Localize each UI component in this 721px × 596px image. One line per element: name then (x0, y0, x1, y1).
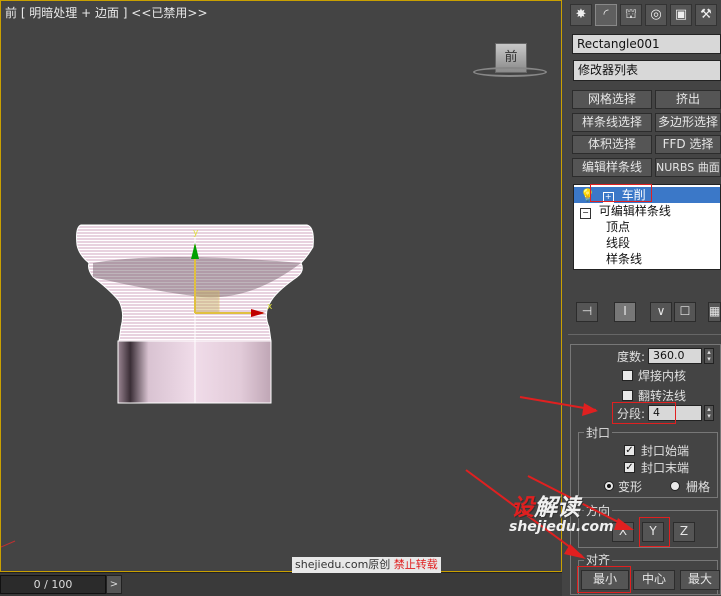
flip-normals-label: 翻转法线 (638, 389, 687, 403)
front-viewport[interactable]: 前 [ 明暗处理 + 边面 ] <<已禁用>> 前 x y (0, 0, 562, 572)
corner-axis (1, 540, 16, 548)
align-group-title: 对齐 (584, 551, 613, 568)
column-capital-model[interactable]: x y (1, 1, 562, 572)
direction-x-button[interactable]: X (612, 522, 634, 542)
direction-group-title: 方向 (584, 502, 613, 519)
mesh-select-button[interactable]: 网格选择 (572, 90, 652, 109)
edit-spline-button[interactable]: 编辑样条线 (572, 158, 652, 177)
gizmo-x-label: x (267, 302, 273, 312)
command-tabs: ✸ ◜ ⛫ ◎ ▣ ⚒ (570, 4, 717, 28)
weld-core-label: 焊接内核 (638, 369, 687, 383)
lightbulb-icon[interactable]: 💡 (580, 188, 595, 202)
display-tab-icon[interactable]: ▣ (670, 4, 692, 26)
segments-spinner-icon[interactable]: ▴ ▾ (704, 405, 714, 421)
modifier-stack[interactable]: 💡 + 车削 − 可编辑样条线 顶点 线段 样条线 (573, 184, 721, 270)
pin-stack-icon[interactable]: ⊣ (576, 302, 598, 322)
modify-tab-icon[interactable]: ◜ (595, 4, 617, 26)
grid-label: 栅格 (686, 480, 711, 494)
stack-sub-segment[interactable]: 线段 (606, 235, 630, 251)
watermark-footer: shejiedu.com原创 禁止转载 (292, 557, 441, 573)
collapse-icon[interactable]: − (580, 208, 591, 219)
create-tab-icon[interactable]: ✸ (570, 4, 592, 26)
expand-icon[interactable]: + (602, 192, 614, 203)
segments-label: 分段: (617, 407, 646, 421)
watermark-logo: 设解读 (511, 495, 580, 521)
stack-sub-vertex[interactable]: 顶点 (606, 219, 630, 235)
cap-end-checkbox[interactable]: ✓ (624, 462, 635, 473)
stack-sub-spline[interactable]: 样条线 (606, 251, 642, 267)
time-slider[interactable]: 0 / 100 (0, 575, 106, 594)
direction-z-button[interactable]: Z (673, 522, 695, 542)
direction-y-button[interactable]: Y (642, 522, 664, 542)
stack-item-lathe[interactable]: 💡 + 车削 (574, 187, 720, 203)
motion-tab-icon[interactable]: ◎ (645, 4, 667, 26)
object-name-input[interactable]: Rectangle001 (572, 34, 721, 54)
segments-input[interactable]: 4 (648, 405, 702, 421)
spline-select-button[interactable]: 样条线选择 (572, 113, 652, 132)
hierarchy-tab-icon[interactable]: ⛫ (620, 4, 642, 26)
show-end-result-icon[interactable]: I (614, 302, 636, 322)
align-min-button[interactable]: 最小 (581, 570, 629, 590)
utilities-tab-icon[interactable]: ⚒ (695, 4, 717, 26)
watermark-site: shejiedu.com (509, 519, 614, 535)
grid-radio[interactable] (670, 481, 680, 491)
stack-item-editable-spline-label: 可编辑样条线 (598, 204, 671, 218)
morph-radio[interactable] (604, 481, 614, 491)
align-max-button[interactable]: 最大 (680, 570, 720, 590)
configure-sets-icon[interactable]: ▦ (708, 302, 721, 322)
flip-normals-checkbox[interactable] (622, 390, 633, 401)
extrude-button[interactable]: 挤出 (655, 90, 721, 109)
gizmo-plane (194, 290, 220, 314)
weld-core-checkbox[interactable] (622, 370, 633, 381)
morph-label: 变形 (618, 480, 643, 494)
remove-modifier-icon[interactable]: ☐ (674, 302, 696, 322)
degrees-spinner-icon[interactable]: ▴ ▾ (704, 348, 714, 364)
gizmo-y-label: y (193, 228, 199, 238)
degrees-label: 度数: (617, 350, 646, 364)
make-unique-icon[interactable]: ∨ (650, 302, 672, 322)
stack-item-lathe-label: 车削 (621, 188, 646, 202)
nurbs-surface-button[interactable]: NURBS 曲面选 (655, 158, 721, 177)
align-center-button[interactable]: 中心 (633, 570, 675, 590)
rollout-separator (568, 334, 721, 335)
cap-end-label: 封口末端 (641, 461, 690, 475)
cap-start-checkbox[interactable]: ✓ (624, 445, 635, 456)
degrees-input[interactable]: 360.0 (648, 348, 702, 364)
cap-start-label: 封口始端 (641, 444, 690, 458)
stack-item-editable-spline[interactable]: − 可编辑样条线 (574, 203, 671, 219)
next-frame-button[interactable]: > (106, 575, 122, 594)
poly-select-button[interactable]: 多边形选择 (655, 113, 721, 132)
volume-select-button[interactable]: 体积选择 (572, 135, 652, 154)
cap-group-title: 封口 (584, 424, 613, 441)
modifier-list-dropdown[interactable]: 修改器列表 (573, 60, 721, 81)
ffd-select-button[interactable]: FFD 选择 (655, 135, 721, 154)
